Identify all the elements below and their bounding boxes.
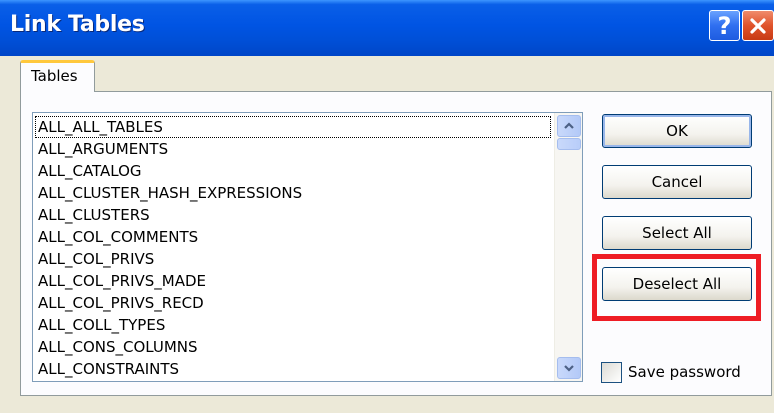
- save-password-checkbox[interactable]: Save password: [601, 360, 741, 384]
- close-icon: [750, 17, 766, 34]
- list-item[interactable]: ALL_CONS_COLUMNS: [33, 336, 554, 358]
- select-all-button[interactable]: Select All: [602, 216, 752, 250]
- list-item[interactable]: ALL_COL_PRIVS: [33, 248, 554, 270]
- list-item[interactable]: ALL_CONSTRAINTS: [33, 358, 554, 380]
- link-tables-dialog: Link Tables ? Tables ALL_ALL_TABLES ALL_…: [0, 0, 774, 413]
- list-item[interactable]: ALL_CLUSTERS: [33, 204, 554, 226]
- list-item[interactable]: ALL_ALL_TABLES: [35, 116, 551, 138]
- list-item[interactable]: ALL_COL_PRIVS_MADE: [33, 270, 554, 292]
- list-item[interactable]: ALL_COLL_TYPES: [33, 314, 554, 336]
- list-item[interactable]: ALL_ARGUMENTS: [33, 138, 554, 160]
- scroll-thumb[interactable]: [557, 138, 581, 150]
- list-item[interactable]: ALL_COL_COMMENTS: [33, 226, 554, 248]
- chevron-up-icon: [564, 122, 574, 129]
- help-icon: ?: [717, 11, 732, 40]
- deselect-all-button[interactable]: Deselect All: [602, 267, 752, 301]
- close-button[interactable]: [742, 10, 774, 41]
- scroll-up-button[interactable]: [557, 115, 581, 137]
- table-listbox[interactable]: ALL_ALL_TABLES ALL_ARGUMENTS ALL_CATALOG…: [32, 112, 583, 382]
- tab-tables[interactable]: Tables: [20, 60, 95, 92]
- window-title: Link Tables: [10, 12, 145, 37]
- ok-button[interactable]: OK: [602, 114, 752, 148]
- list-item[interactable]: ALL_CLUSTER_HASH_EXPRESSIONS: [33, 182, 554, 204]
- save-password-label: Save password: [628, 363, 741, 381]
- title-bar[interactable]: Link Tables ?: [0, 0, 774, 56]
- table-list: ALL_ALL_TABLES ALL_ARGUMENTS ALL_CATALOG…: [33, 116, 554, 380]
- chevron-down-icon: [564, 365, 574, 372]
- tab-label: Tables: [31, 67, 78, 85]
- help-button[interactable]: ?: [709, 10, 740, 41]
- cancel-button[interactable]: Cancel: [602, 165, 752, 199]
- scroll-down-button[interactable]: [557, 357, 581, 379]
- vertical-scrollbar[interactable]: [554, 113, 582, 381]
- checkbox-box[interactable]: [601, 361, 622, 383]
- list-item[interactable]: ALL_CATALOG: [33, 160, 554, 182]
- list-item[interactable]: ALL_COL_PRIVS_RECD: [33, 292, 554, 314]
